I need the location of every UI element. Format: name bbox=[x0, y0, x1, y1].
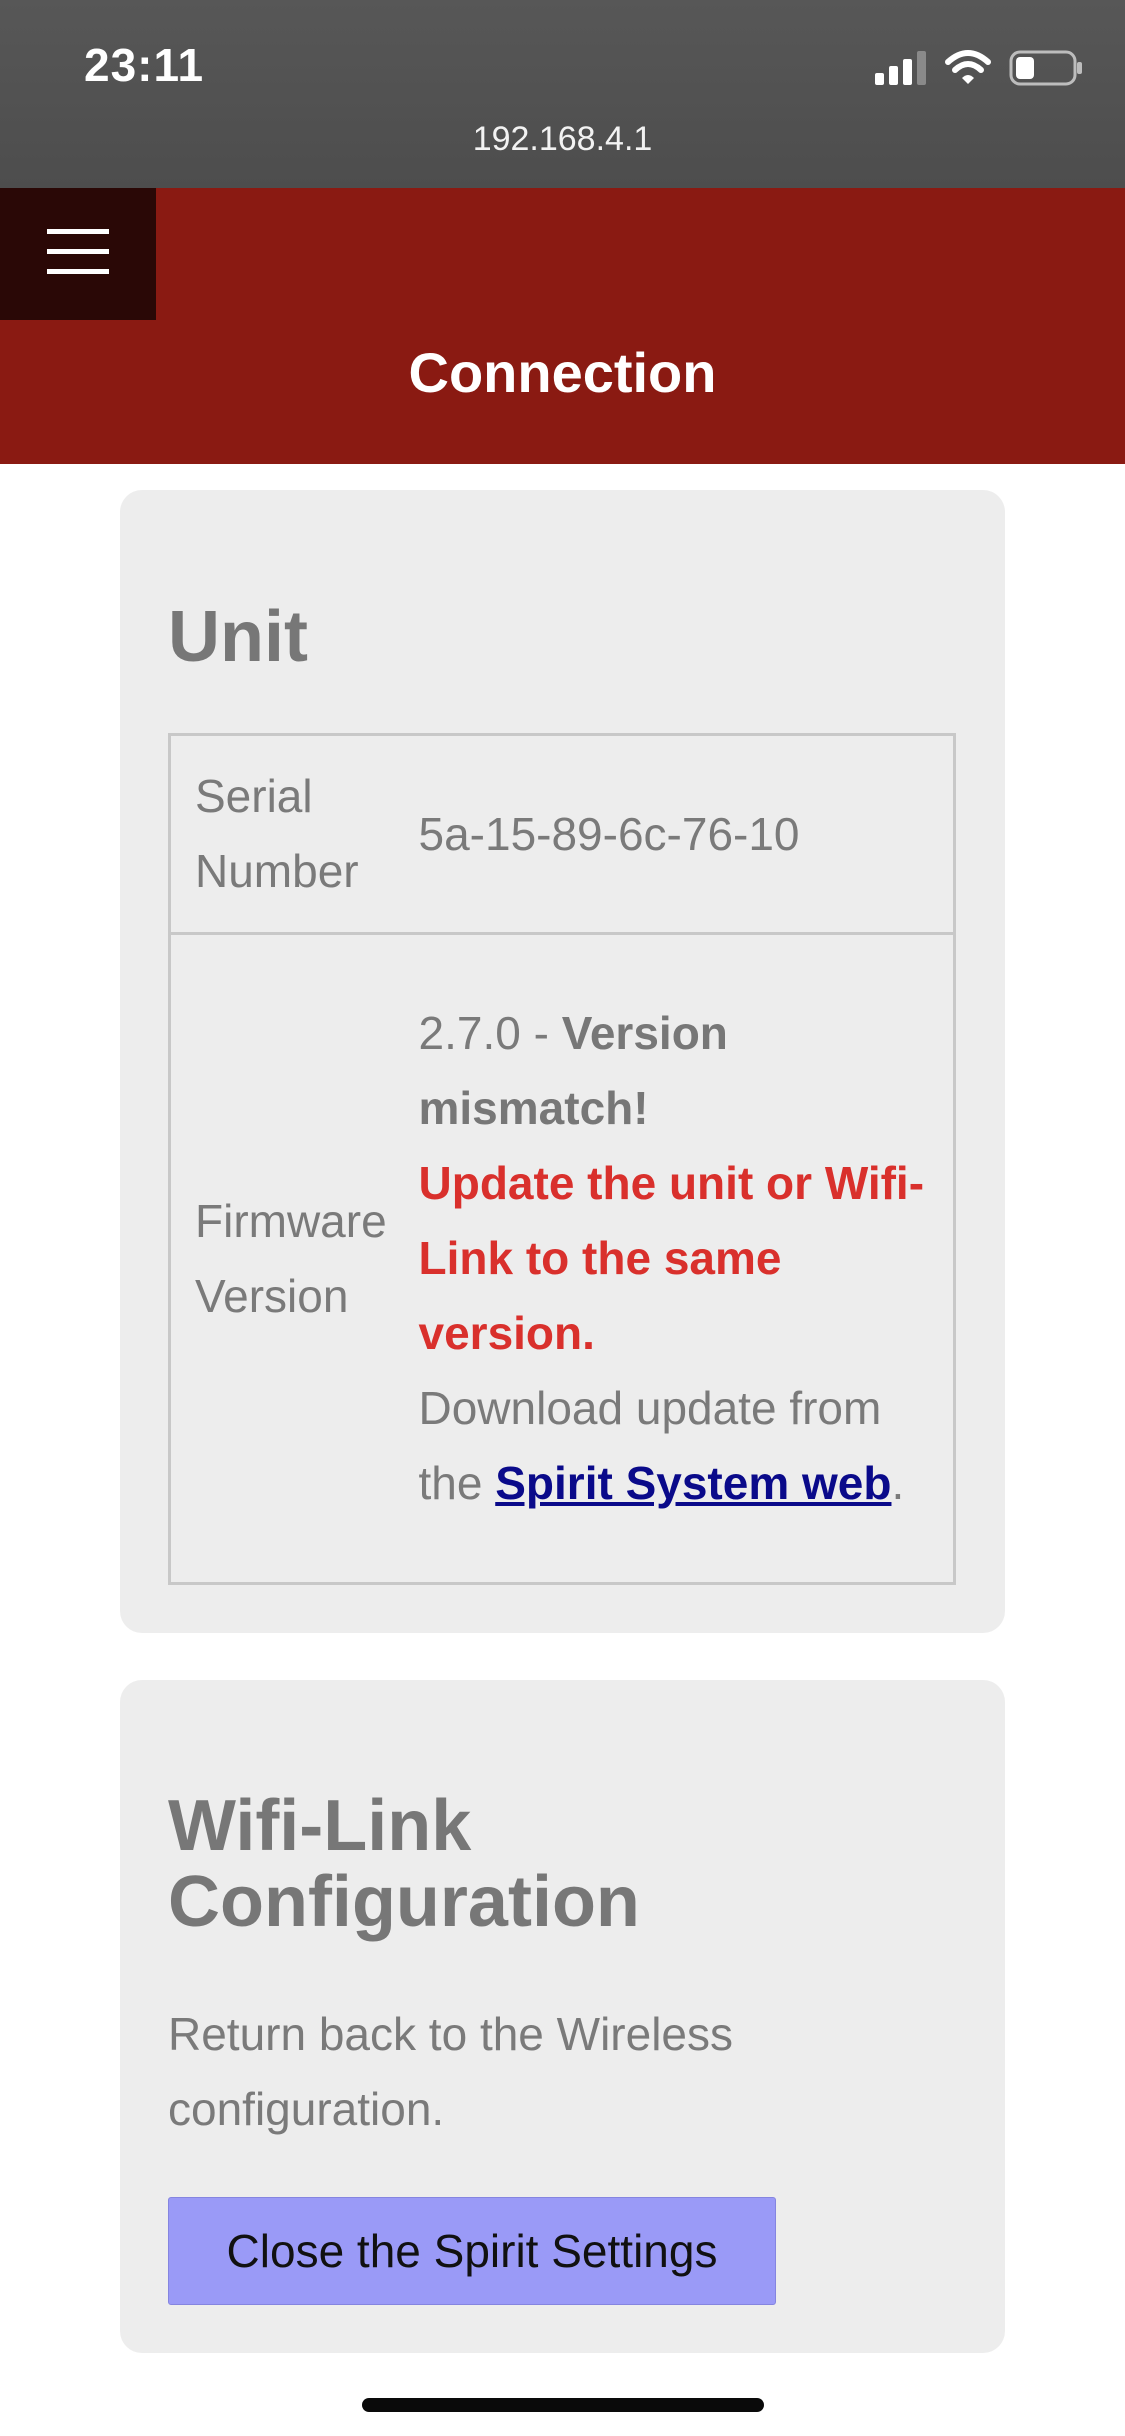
close-spirit-settings-button[interactable]: Close the Spirit Settings bbox=[168, 2197, 776, 2305]
serial-number-label: Serial Number bbox=[168, 733, 419, 935]
battery-icon bbox=[1009, 50, 1083, 91]
wifi-icon bbox=[945, 49, 991, 91]
wifi-link-card: Wifi-Link Configuration Return back to t… bbox=[120, 1680, 1005, 2353]
hamburger-menu-icon bbox=[47, 228, 109, 280]
wifi-link-description: Return back to the Wireless configuratio… bbox=[168, 2008, 734, 2135]
app-header: Connection bbox=[0, 188, 1125, 464]
unit-card: Unit Serial Number 5a-15-89-6c-76-10 Fir… bbox=[120, 490, 1005, 1633]
status-bar: 23:11 192.168.4.1 bbox=[0, 0, 1125, 188]
page-title: Connection bbox=[408, 341, 717, 404]
firmware-version-cell: 2.7.0 - Version mismatch! Update the unit… bbox=[418, 932, 956, 1585]
status-time: 23:11 bbox=[84, 39, 205, 91]
wifi-link-heading: Wifi-Link Configuration bbox=[168, 1786, 640, 1942]
spirit-system-web-link[interactable]: Spirit System web bbox=[495, 1457, 891, 1509]
unit-heading: Unit bbox=[168, 597, 308, 677]
update-warning-text: Update the unit or Wifi-Link to the same… bbox=[418, 1157, 925, 1359]
signal-icon bbox=[875, 50, 927, 90]
unit-info-table: Serial Number 5a-15-89-6c-76-10 Firmware… bbox=[168, 733, 956, 1585]
table-row: Serial Number 5a-15-89-6c-76-10 bbox=[168, 733, 956, 935]
download-suffix-text: . bbox=[891, 1457, 905, 1509]
url-bar[interactable]: 192.168.4.1 bbox=[0, 120, 1125, 159]
serial-number-value: 5a-15-89-6c-76-10 bbox=[418, 733, 956, 935]
firmware-separator: - bbox=[520, 1007, 562, 1059]
table-row: Firmware Version 2.7.0 - Version mismatc… bbox=[168, 932, 956, 1585]
home-indicator bbox=[362, 2398, 764, 2412]
firmware-version-label: Firmware Version bbox=[168, 932, 419, 1585]
firmware-version-value: 2.7.0 bbox=[418, 1007, 521, 1059]
menu-button[interactable] bbox=[0, 188, 156, 320]
status-icons bbox=[875, 49, 1083, 91]
